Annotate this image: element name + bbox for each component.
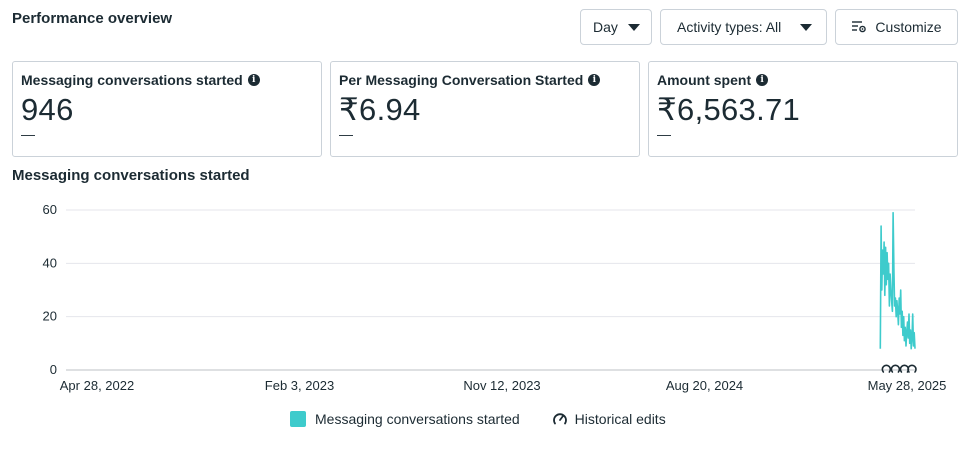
metric-value: ₹6,563.71	[657, 92, 801, 127]
metric-value: 946	[21, 92, 74, 127]
legend-label: Messaging conversations started	[315, 411, 520, 427]
info-icon[interactable]: i	[756, 74, 769, 86]
caret-down-icon	[627, 23, 640, 31]
historical-edits-icon	[552, 411, 568, 427]
historical-edit-marker	[890, 364, 901, 373]
metric-comparison: —	[339, 126, 353, 142]
legend-item-historical-edits[interactable]: Historical edits	[552, 411, 666, 427]
metric-label: Messaging conversations started	[21, 72, 243, 88]
activity-types-label: Activity types: All	[677, 19, 782, 35]
metric-card-cost-per-conversation[interactable]: Per Messaging Conversation Started i ₹6.…	[330, 61, 640, 157]
metric-label-row: Per Messaging Conversation Started i	[339, 72, 631, 88]
chart-title: Messaging conversations started	[12, 167, 250, 184]
y-tick-label: 0	[50, 362, 57, 377]
historical-edit-marker	[881, 364, 892, 373]
x-tick-label: Feb 3, 2023	[265, 378, 334, 393]
metric-card-amount-spent[interactable]: Amount spent i ₹6,563.71 —	[648, 61, 958, 157]
metric-label: Per Messaging Conversation Started	[339, 72, 584, 88]
x-tick-label: May 28, 2025	[868, 378, 947, 393]
y-tick-label: 20	[43, 309, 57, 324]
metric-value: ₹6.94	[339, 92, 421, 127]
metric-label: Amount spent	[657, 72, 752, 88]
day-dropdown-label: Day	[593, 19, 618, 35]
metric-comparison: —	[657, 126, 671, 142]
metric-card-conversations[interactable]: Messaging conversations started i 946 —	[12, 61, 322, 157]
legend-swatch	[290, 411, 306, 427]
caret-down-icon	[800, 23, 812, 31]
metric-label-row: Messaging conversations started i	[21, 72, 313, 88]
x-tick-label: Apr 28, 2022	[60, 378, 134, 393]
x-tick-label: Nov 12, 2023	[463, 378, 540, 393]
activity-types-dropdown[interactable]: Activity types: All	[660, 9, 827, 45]
x-tick-label: Aug 20, 2024	[666, 378, 743, 393]
customize-icon	[851, 20, 867, 34]
page-title: Performance overview	[12, 10, 173, 27]
y-tick-label: 40	[43, 255, 57, 270]
info-icon[interactable]: i	[247, 74, 260, 86]
info-icon[interactable]: i	[588, 74, 601, 86]
series-line	[879, 211, 916, 350]
line-chart[interactable]: 0 20 40 60 Apr 28, 2022 Feb 3, 2023 Nov 12, 20…	[0, 195, 971, 400]
customize-button[interactable]: Customize	[835, 9, 958, 45]
metric-comparison: —	[21, 126, 35, 142]
y-tick-label: 60	[43, 202, 57, 217]
customize-label: Customize	[875, 19, 942, 35]
metric-label-row: Amount spent i	[657, 72, 949, 88]
legend-item-series[interactable]: Messaging conversations started	[290, 411, 520, 427]
chart-legend: Messaging conversations started Historic…	[290, 411, 666, 427]
legend-label: Historical edits	[574, 411, 666, 427]
day-dropdown[interactable]: Day	[580, 9, 652, 45]
